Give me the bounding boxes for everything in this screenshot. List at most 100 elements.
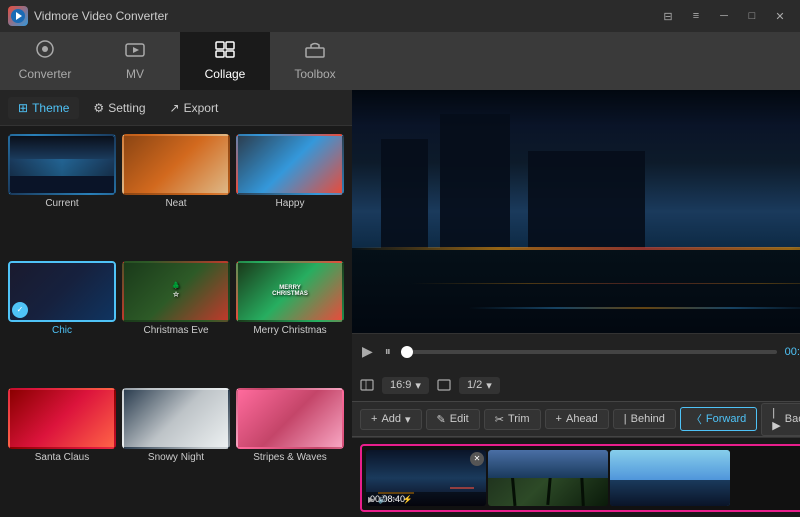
behind-button[interactable]: | Behind [613,409,676,429]
preview-controls: ▶ ⏸ 00:00:00.00/00:09:41.23 🔊 [352,333,800,369]
theme-item-stripes-waves[interactable]: Stripes & Waves [236,388,344,509]
tab-mv[interactable]: MV [90,32,180,90]
clip-item-1[interactable]: ✕ 00:08:40 ▶ 🔊 ✂ ⚡ [366,450,486,506]
theme-thumb-santa-claus [8,388,116,449]
theme-item-merry-christmas[interactable]: MERRYCHRISTMAS Merry Christmas [236,261,344,382]
theme-item-snowy-night[interactable]: Snowy Night [122,388,230,509]
progress-handle[interactable] [401,346,413,358]
ahead-label: Ahead [566,413,598,425]
clip-item-2[interactable] [488,450,608,506]
resolution-icon [437,378,451,392]
theme-item-current[interactable]: Current [8,134,116,255]
setting-tab-icon: ⚙ [93,101,104,115]
theme-item-santa-claus[interactable]: Santa Claus [8,388,116,509]
backward-button[interactable]: |▶ Backward [761,403,800,436]
app-logo [8,6,28,26]
sub-tabs: ⊞ Theme ⚙ Setting ↗ Export [0,90,352,126]
toolbar: + Add ▾ ✎ Edit ✂ Trim + Ahead | Behind 〈 [352,401,800,437]
ratio-value: 16:9 [390,379,411,391]
theme-label-stripes-waves: Stripes & Waves [253,452,327,463]
ahead-button[interactable]: + Ahead [545,409,609,429]
ratio-select[interactable]: 16:9 ▾ [382,377,429,394]
resolution-dropdown-icon: ▾ [486,379,492,392]
timeline-inner: ✕ 00:08:40 ▶ 🔊 ✂ ⚡ [360,444,800,512]
resolution-select[interactable]: 1/2 ▾ [459,377,500,394]
theme-thumb-current [8,134,116,195]
tab-converter[interactable]: Converter [0,32,90,90]
backward-label: Backward [785,413,800,425]
titlebar: Vidmore Video Converter ⊟ ≡ ─ □ ✕ [0,0,800,32]
theme-tab-label: Theme [32,101,69,115]
sub-tab-setting[interactable]: ⚙ Setting [83,97,155,119]
theme-thumb-snowy-night [122,388,230,449]
preview-area [352,90,800,333]
timeline: ✕ 00:08:40 ▶ 🔊 ✂ ⚡ [352,437,800,517]
play-button[interactable]: ▶ [360,341,375,362]
collage-icon [214,40,236,63]
theme-label-neat: Neat [165,198,186,209]
app-title: Vidmore Video Converter [34,9,168,23]
theme-thumb-christmas-eve: 🌲☆ [122,261,230,322]
trim-label: Trim [508,413,530,425]
edit-label: Edit [450,413,469,425]
time-display: 00:00:00.00/00:09:41.23 [785,346,800,358]
backward-icon: |▶ [772,407,780,432]
theme-selected-check: ✓ [12,302,28,318]
theme-label-christmas-eve: Christmas Eve [143,325,208,336]
theme-grid: Current Neat Happy ✓ [0,126,352,517]
toolbox-icon [304,40,326,63]
theme-item-chic[interactable]: ✓ Chic [8,261,116,382]
theme-thumb-happy [236,134,344,195]
theme-label-happy: Happy [276,198,305,209]
right-panel: ▶ ⏸ 00:00:00.00/00:09:41.23 🔊 16:9 ▾ [352,90,800,517]
main-content: ⊞ Theme ⚙ Setting ↗ Export [0,90,800,517]
mv-label: MV [126,67,144,81]
theme-label-snowy-night: Snowy Night [148,452,204,463]
pause-button[interactable]: ⏸ [383,342,393,361]
theme-item-christmas-eve[interactable]: 🌲☆ Christmas Eve [122,261,230,382]
sub-tab-export[interactable]: ↗ Export [160,97,229,119]
progress-bar[interactable] [401,350,777,354]
theme-thumb-merry-christmas: MERRYCHRISTMAS [236,261,344,322]
add-label: Add [381,413,401,425]
tab-toolbox[interactable]: Toolbox [270,32,360,90]
edit-icon: ✎ [437,413,446,426]
add-icon: + [371,413,377,425]
collage-label: Collage [205,67,246,81]
edit-button[interactable]: ✎ Edit [426,409,480,430]
resolution-value: 1/2 [467,379,482,391]
ahead-icon: + [556,413,562,425]
clip-audio-icon: 🔊 [378,495,388,504]
clip-item-3[interactable] [610,450,730,506]
chat-icon[interactable]: ⊟ [656,6,680,26]
export-tab-label: Export [184,101,219,115]
forward-button[interactable]: 〈 Forward [680,407,757,431]
maximize-button[interactable]: □ [740,6,764,26]
forward-icon: 〈 [691,411,702,427]
menu-icon[interactable]: ≡ [684,6,708,26]
left-panel: ⊞ Theme ⚙ Setting ↗ Export [0,90,352,517]
theme-label-merry-christmas: Merry Christmas [253,325,326,336]
theme-item-happy[interactable]: Happy [236,134,344,255]
trim-icon: ✂ [495,413,504,426]
clip-close-1[interactable]: ✕ [470,452,484,466]
titlebar-left: Vidmore Video Converter [8,6,168,26]
theme-thumb-chic: ✓ [8,261,116,322]
close-button[interactable]: ✕ [768,6,792,26]
clip-play-icon: ▶ [368,495,374,504]
trim-button[interactable]: ✂ Trim [484,409,541,430]
theme-label-santa-claus: Santa Claus [35,452,89,463]
theme-item-neat[interactable]: Neat [122,134,230,255]
add-button[interactable]: + Add ▾ [360,409,422,430]
theme-tab-icon: ⊞ [18,101,28,115]
clip-cut-icon: ✂ [392,495,399,504]
minimize-button[interactable]: ─ [712,6,736,26]
tab-collage[interactable]: Collage [180,32,270,90]
theme-thumb-neat [122,134,230,195]
sub-tab-theme[interactable]: ⊞ Theme [8,97,79,119]
converter-icon [34,40,56,63]
behind-label: Behind [631,413,665,425]
preview-bottom-bar: 16:9 ▾ 1/2 ▾ Export [352,369,800,401]
mv-icon [124,40,146,63]
theme-label-current: Current [45,198,78,209]
